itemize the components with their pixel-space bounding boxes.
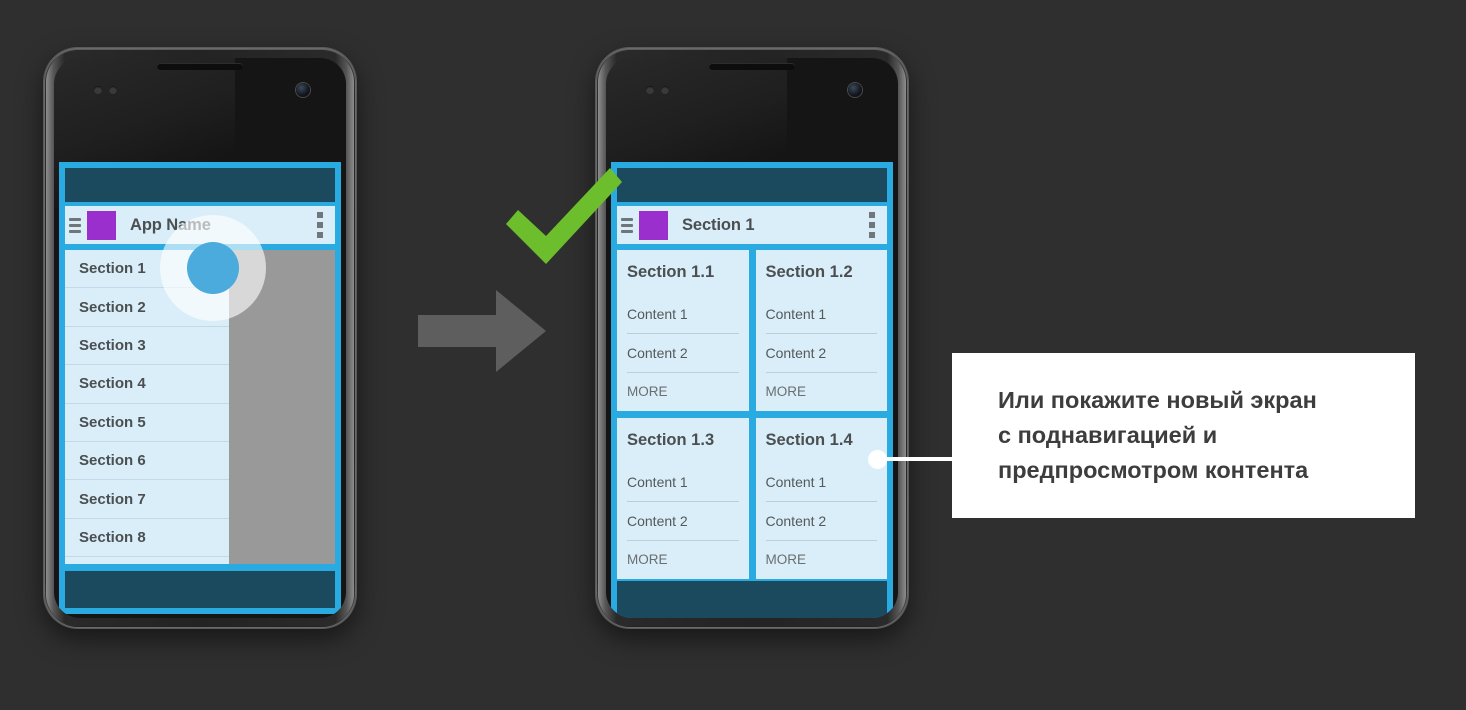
app-screen-before: App Name Section 1 Section 2 Section 3 S… bbox=[59, 162, 341, 614]
front-camera-icon bbox=[296, 83, 310, 97]
section-card-grid: Section 1.1 Content 1 Content 2 MORE Sec… bbox=[617, 250, 887, 579]
callout-text: Или покажите новый экран с поднавигацией… bbox=[998, 387, 1317, 483]
bottom-bar-after bbox=[617, 581, 887, 618]
status-bar-after bbox=[617, 168, 887, 202]
light-sensor-icon bbox=[661, 86, 669, 94]
card-content-line[interactable]: Content 2 bbox=[627, 334, 739, 373]
app-title: Section 1 bbox=[682, 215, 755, 234]
section-card[interactable]: Section 1.1 Content 1 Content 2 MORE bbox=[617, 250, 749, 411]
card-content-line[interactable]: Content 2 bbox=[627, 502, 739, 541]
earpiece-speaker-icon bbox=[157, 63, 243, 70]
card-content-line[interactable]: Content 1 bbox=[765, 463, 877, 502]
card-title: Section 1.1 bbox=[627, 263, 715, 281]
app-logo-square bbox=[87, 210, 116, 240]
card-more-link[interactable]: MORE bbox=[627, 541, 739, 579]
list-item[interactable]: Section 2 bbox=[65, 288, 229, 327]
list-item[interactable]: Section 5 bbox=[65, 404, 229, 442]
diagram-canvas: App Name Section 1 Section 2 Section 3 S… bbox=[0, 0, 1466, 710]
app-title: App Name bbox=[130, 215, 211, 234]
list-item[interactable]: Section 6 bbox=[65, 442, 229, 481]
card-title: Section 1.3 bbox=[627, 431, 715, 449]
light-sensor-icon bbox=[109, 86, 117, 94]
section-card[interactable]: Section 1.4 Content 1 Content 2 MORE bbox=[755, 418, 887, 579]
app-bar-after[interactable]: Section 1 bbox=[617, 206, 887, 244]
list-item[interactable]: Section 8 bbox=[65, 519, 229, 558]
status-bar-before bbox=[65, 168, 335, 202]
card-title: Section 1.2 bbox=[765, 263, 853, 281]
earpiece-speaker-icon bbox=[709, 63, 795, 70]
checkmark-icon bbox=[506, 168, 622, 264]
card-more-link[interactable]: MORE bbox=[766, 373, 878, 411]
card-more-link[interactable]: MORE bbox=[627, 373, 739, 411]
card-title: Section 1.4 bbox=[765, 431, 853, 449]
section-card[interactable]: Section 1.3 Content 1 Content 2 MORE bbox=[617, 418, 749, 579]
list-item[interactable]: Section 9 bbox=[65, 557, 229, 564]
card-content-line[interactable]: Content 2 bbox=[765, 502, 877, 541]
bottom-bar-before bbox=[65, 571, 335, 608]
proximity-sensor-icon bbox=[94, 86, 102, 94]
phone-after: Section 1 Section 1.1 Content 1 Content … bbox=[596, 48, 908, 628]
list-item[interactable]: Section 4 bbox=[65, 365, 229, 404]
overflow-menu-icon[interactable] bbox=[317, 212, 323, 238]
navigation-drawer-list[interactable]: Section 1 Section 2 Section 3 Section 4 … bbox=[65, 250, 229, 564]
overflow-menu-icon[interactable] bbox=[869, 212, 875, 238]
app-bar-before[interactable]: App Name bbox=[65, 206, 335, 244]
phone-before-glass: App Name Section 1 Section 2 Section 3 S… bbox=[54, 58, 346, 618]
card-content-line[interactable]: Content 1 bbox=[765, 295, 877, 334]
card-content-line[interactable]: Content 2 bbox=[765, 334, 877, 373]
section-card[interactable]: Section 1.2 Content 1 Content 2 MORE bbox=[755, 250, 887, 411]
front-camera-icon bbox=[848, 83, 862, 97]
callout-leader-line bbox=[878, 457, 956, 461]
hamburger-icon[interactable] bbox=[69, 217, 81, 233]
list-item[interactable]: Section 3 bbox=[65, 327, 229, 366]
list-item[interactable]: Section 1 bbox=[65, 250, 229, 289]
card-more-link[interactable]: MORE bbox=[766, 541, 878, 579]
app-screen-after: Section 1 Section 1.1 Content 1 Content … bbox=[611, 162, 893, 618]
app-logo-square bbox=[639, 210, 668, 240]
arrow-right-icon bbox=[418, 290, 546, 372]
proximity-sensor-icon bbox=[646, 86, 654, 94]
phone-after-glass: Section 1 Section 1.1 Content 1 Content … bbox=[606, 58, 898, 618]
phone-before: App Name Section 1 Section 2 Section 3 S… bbox=[44, 48, 356, 628]
card-content-line[interactable]: Content 1 bbox=[627, 295, 739, 334]
card-content-line[interactable]: Content 1 bbox=[627, 463, 739, 502]
list-item[interactable]: Section 7 bbox=[65, 480, 229, 519]
callout-box: Или покажите новый экран с поднавигацией… bbox=[952, 353, 1415, 518]
callout-leader-dot bbox=[868, 450, 887, 469]
